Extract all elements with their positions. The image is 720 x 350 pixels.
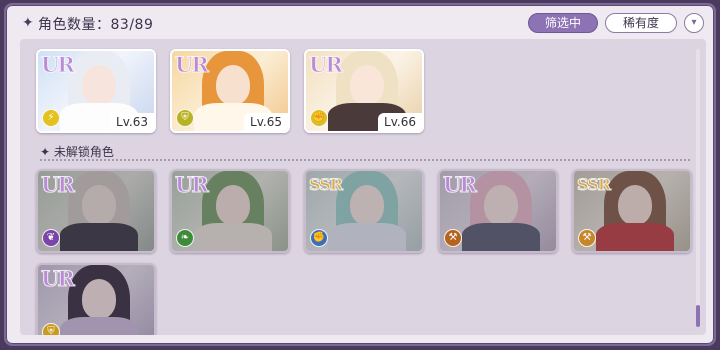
- leaf-icon: ❧: [176, 229, 194, 247]
- character-card-locked-4[interactable]: UR ⚒: [438, 169, 558, 253]
- scrollbar-track[interactable]: [696, 49, 700, 325]
- section-divider: [40, 159, 690, 161]
- character-card-locked-5[interactable]: SSR ⚒: [572, 169, 692, 253]
- rarity-badge: UR: [309, 52, 344, 78]
- character-card-owned-3[interactable]: UR ✊ Lv.66: [304, 49, 424, 133]
- locked-section-label: 未解锁角色: [53, 145, 114, 159]
- level-badge: Lv.65: [244, 113, 288, 131]
- rarity-badge: UR: [175, 172, 210, 198]
- hammer-icon: ⚒: [444, 229, 462, 247]
- shield-icon: ⛨: [176, 109, 194, 127]
- level-badge: Lv.63: [110, 113, 154, 131]
- rarity-badge: SSR: [576, 175, 611, 195]
- character-card-locked-3[interactable]: SSR ✊: [304, 169, 424, 253]
- locked-section-title: ✦ 未解锁角色: [40, 145, 114, 159]
- fist-icon: ✊: [310, 229, 328, 247]
- scrollbar-thumb[interactable]: [696, 305, 700, 327]
- fist-icon: ✊: [310, 109, 328, 127]
- sort-order-chevron-down-icon[interactable]: ▾: [684, 13, 704, 33]
- filter-button[interactable]: 筛选中: [528, 13, 598, 33]
- rarity-badge: UR: [443, 172, 478, 198]
- hammer-icon: ⚒: [578, 229, 596, 247]
- character-count-label: 角色数量：83/89: [38, 17, 154, 33]
- level-badge: Lv.66: [378, 113, 422, 131]
- character-card-locked-2[interactable]: UR ❧: [170, 169, 290, 253]
- lightning-icon: ⚡: [42, 109, 60, 127]
- character-card-owned-1[interactable]: UR ⚡ Lv.63: [36, 49, 156, 133]
- character-list-window: ✦ 角色数量：83/89 筛选中 稀有度 ▾ UR ⚡ Lv.63 UR ⛨ L…: [4, 3, 716, 346]
- character-card-locked-6[interactable]: UR ⛨: [36, 263, 156, 335]
- feather-icon: ❦: [42, 229, 60, 247]
- sparkle-icon: ✦: [22, 14, 34, 30]
- character-card-owned-2[interactable]: UR ⛨ Lv.65: [170, 49, 290, 133]
- character-card-locked-1[interactable]: UR ❦: [36, 169, 156, 253]
- shield-icon: ⛨: [42, 323, 60, 335]
- rarity-badge: UR: [175, 52, 210, 78]
- rarity-badge: SSR: [308, 175, 343, 195]
- rarity-badge: UR: [41, 266, 76, 292]
- rarity-badge: UR: [41, 172, 76, 198]
- rarity-badge: UR: [41, 52, 76, 78]
- rarity-sort-button[interactable]: 稀有度: [605, 13, 677, 33]
- character-grid-panel: UR ⚡ Lv.63 UR ⛨ Lv.65 UR ✊ Lv.66 ✦ 未解锁角色…: [20, 39, 706, 335]
- header-bar: ✦ 角色数量：83/89 筛选中 稀有度 ▾: [16, 11, 708, 35]
